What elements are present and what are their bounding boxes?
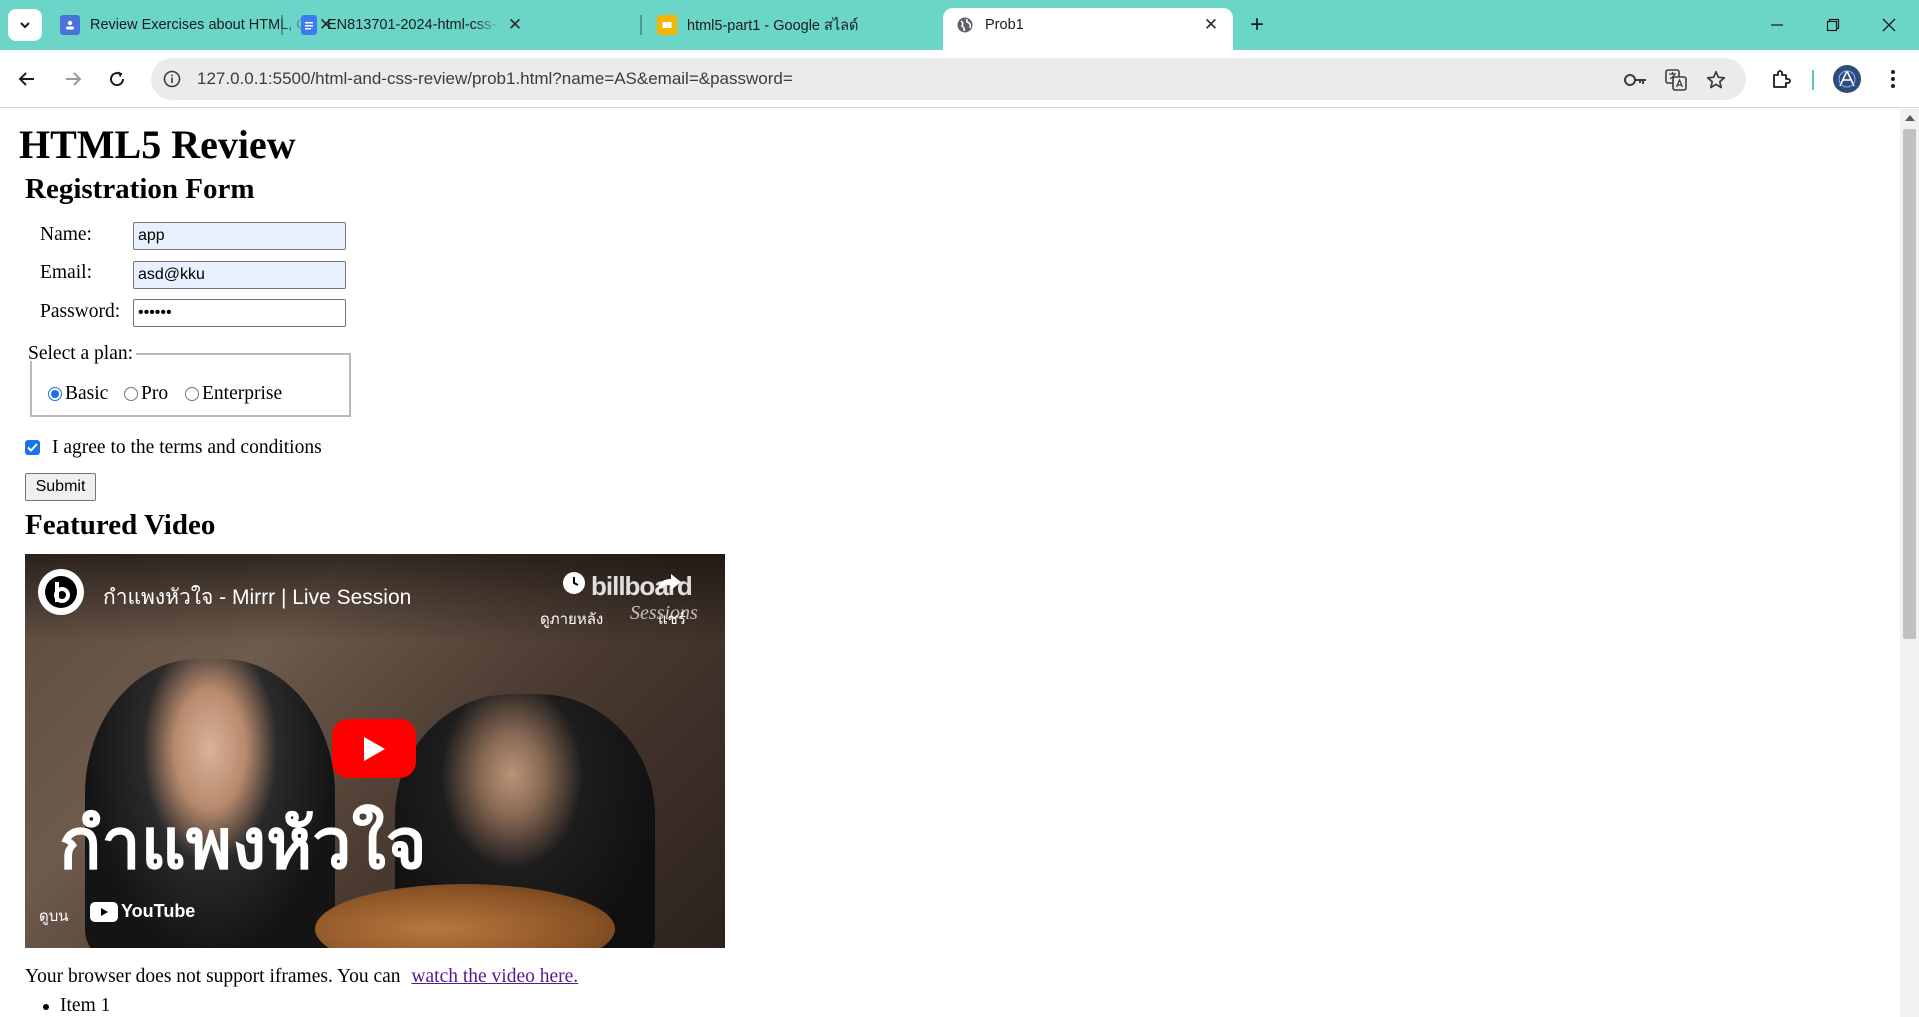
fallback-text: Your browser does not support iframes. Y… (25, 966, 401, 987)
close-icon[interactable]: ✕ (1201, 15, 1221, 35)
tab-divider (640, 15, 642, 35)
plan-option-label: Pro (141, 383, 169, 404)
video-title[interactable]: กำแพงหัวใจ - Mirrr | Live Session (103, 581, 411, 614)
tab-divider (281, 15, 283, 35)
play-button[interactable] (332, 719, 416, 778)
address-bar[interactable]: 127.0.0.1:5500/html-and-css-review/prob1… (151, 58, 1746, 100)
radio-basic[interactable] (48, 387, 62, 401)
youtube-logo-icon (90, 901, 118, 922)
plan-option-enterprise[interactable]: Enterprise (185, 383, 282, 405)
name-input[interactable] (133, 222, 346, 250)
browser-toolbar: 127.0.0.1:5500/html-and-css-review/prob1… (0, 50, 1919, 108)
share-icon (657, 574, 681, 592)
minimize-icon (1771, 24, 1783, 26)
tab-html5-slides[interactable]: html5-part1 - Google สไลด์ (645, 8, 945, 42)
reload-button[interactable] (101, 63, 133, 95)
plan-option-pro[interactable]: Pro (124, 383, 168, 405)
close-icon[interactable]: ✕ (505, 15, 525, 35)
new-tab-button[interactable]: + (1243, 11, 1271, 39)
submit-button[interactable]: Submit (25, 473, 96, 501)
extensions-button[interactable] (1765, 63, 1797, 95)
plus-icon: + (1249, 11, 1264, 38)
page-title: HTML5 Review (19, 122, 296, 167)
iframe-fallback-text: Your browser does not support iframes. Y… (25, 966, 578, 988)
google-forms-icon (60, 15, 80, 35)
terms-label: I agree to the terms and conditions (52, 437, 322, 458)
tab-strip: Review Exercises about HTML, C ✕ EN81370… (0, 0, 1919, 50)
password-label: Password: (40, 301, 121, 322)
share-button[interactable] (655, 570, 683, 596)
tab-title: html5-part1 - Google สไลด์ (687, 17, 859, 34)
password-input[interactable] (133, 299, 346, 327)
more-vertical-icon (1891, 70, 1895, 88)
channel-logo-icon (45, 576, 77, 608)
youtube-video-embed[interactable]: กำแพงหัวใจ - Mirrr | Live Session billbo… (25, 554, 725, 948)
avatar-icon (1838, 70, 1856, 88)
chevron-down-icon (20, 22, 30, 29)
globe-icon (955, 15, 975, 35)
list-item: Item 1 (60, 995, 111, 1016)
video-overlay-title: กำแพงหัวใจ (59, 803, 427, 885)
scrollbar-thumb[interactable] (1903, 129, 1916, 639)
toolbar-divider (1812, 70, 1814, 90)
play-icon (364, 736, 385, 761)
arrow-right-icon (66, 72, 82, 86)
list-bullet (43, 1004, 49, 1010)
share-label: แชร์ (658, 611, 686, 628)
radio-enterprise[interactable] (185, 387, 199, 401)
puzzle-icon (1773, 70, 1791, 88)
password-key-icon[interactable] (1624, 68, 1648, 92)
tab-title: Prob1 (985, 17, 1024, 33)
email-label: Email: (40, 262, 92, 283)
email-input[interactable] (133, 261, 346, 289)
tab-title: EN813701-2024-html-css-revie (327, 17, 499, 33)
google-docs-icon (301, 15, 317, 35)
reload-icon (110, 71, 125, 87)
restore-icon (1826, 18, 1840, 32)
youtube-link[interactable]: YouTube (90, 901, 195, 922)
plan-option-label: Enterprise (202, 383, 283, 404)
tab-prob1[interactable]: Prob1 ✕ (943, 8, 1233, 50)
back-button[interactable] (11, 63, 43, 95)
google-slides-icon (657, 15, 677, 35)
arrow-left-icon (18, 72, 34, 86)
tab-title: Review Exercises about HTML, C (90, 17, 307, 33)
bookmark-star-icon[interactable] (1704, 68, 1728, 92)
watch-later-button[interactable] (561, 570, 587, 596)
checkmark-icon (27, 443, 38, 452)
page-scrollbar[interactable] (1900, 109, 1919, 1017)
forward-button[interactable] (57, 63, 89, 95)
watch-video-link[interactable]: watch the video here. (411, 966, 578, 987)
plan-option-basic[interactable]: Basic (48, 383, 108, 405)
scroll-up-arrow-icon[interactable] (1905, 115, 1915, 121)
translate-icon[interactable] (1664, 68, 1688, 92)
watch-on-label: ดูบน (39, 908, 69, 925)
terms-checkbox[interactable] (25, 440, 40, 455)
watch-later-label: ดูภายหลัง (540, 611, 604, 628)
youtube-label: YouTube (121, 901, 196, 921)
close-icon (1882, 18, 1896, 32)
item-list: Item 1 (43, 995, 111, 1017)
close-window-button[interactable] (1861, 0, 1917, 50)
browser-menu-button[interactable] (1877, 63, 1909, 95)
url-text[interactable]: 127.0.0.1:5500/html-and-css-review/prob1… (197, 58, 793, 100)
clock-icon (563, 572, 585, 594)
radio-pro[interactable] (124, 387, 138, 401)
name-label: Name: (40, 224, 92, 245)
plan-option-label: Basic (65, 383, 109, 404)
plan-legend: Select a plan: (25, 344, 137, 363)
video-heading: Featured Video (25, 509, 216, 541)
site-info-icon[interactable] (161, 68, 183, 90)
minimize-button[interactable] (1749, 0, 1805, 50)
tab-en813701-doc[interactable]: EN813701-2024-html-css-revie ✕ (289, 8, 537, 42)
channel-avatar[interactable] (38, 569, 84, 615)
form-heading: Registration Form (25, 173, 255, 205)
page-viewport: HTML5 Review Registration Form Name: Ema… (0, 109, 1900, 1017)
profile-avatar[interactable] (1833, 65, 1861, 93)
restore-button[interactable] (1805, 0, 1861, 50)
tab-search-button[interactable] (8, 9, 42, 41)
